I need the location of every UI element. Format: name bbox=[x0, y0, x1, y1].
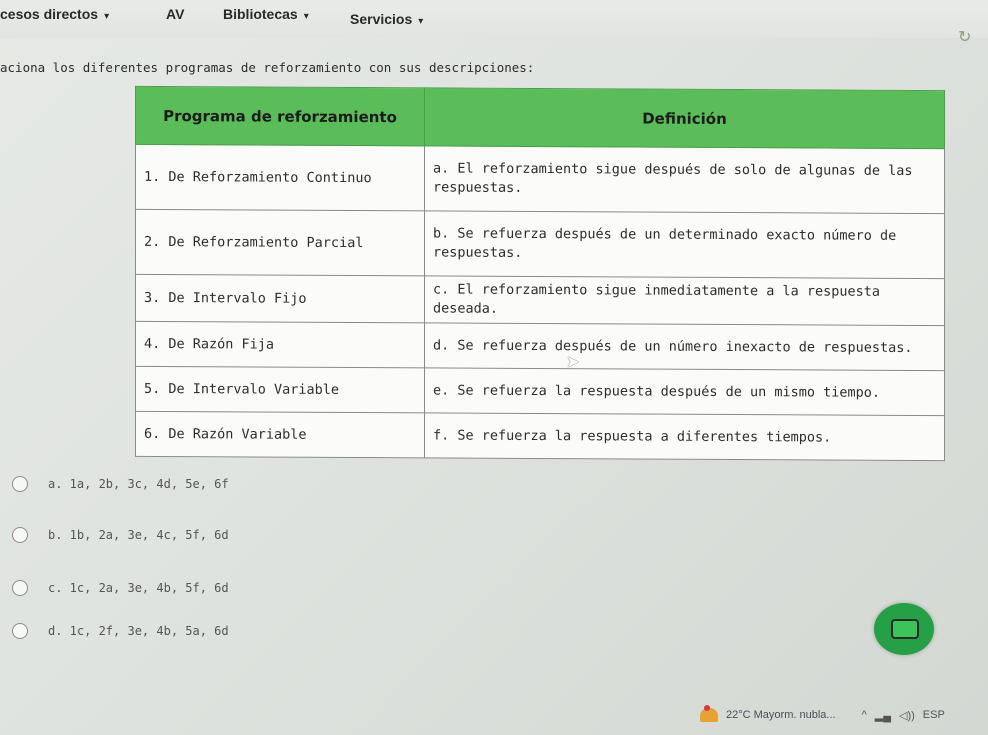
definition-cell: a. El reforzamiento sigue después de sol… bbox=[424, 145, 945, 214]
option-label: a. 1a, 2b, 3c, 4d, 5e, 6f bbox=[48, 477, 229, 491]
option-label: d. 1c, 2f, 3e, 4b, 5a, 6d bbox=[48, 624, 229, 638]
definition-cell: d. Se refuerza después de un número inex… bbox=[424, 322, 945, 371]
program-cell: 6. De Razón Variable bbox=[135, 411, 425, 458]
nav-accesos-directos[interactable]: cesos directos ▾ bbox=[0, 6, 109, 22]
top-navigation: cesos directos ▾ AV Bibliotecas ▾ Servicio… bbox=[0, 0, 988, 38]
speaker-icon[interactable]: ◁)) bbox=[899, 709, 915, 722]
nav-label: cesos directos bbox=[0, 6, 99, 22]
option-label: b. 1b, 2a, 3e, 4c, 5f, 6d bbox=[48, 528, 229, 542]
nav-label: AV bbox=[166, 6, 185, 22]
nav-bibliotecas[interactable]: Bibliotecas ▾ bbox=[223, 6, 309, 22]
answer-option-b[interactable]: b. 1b, 2a, 3e, 4c, 5f, 6d bbox=[12, 525, 229, 545]
nav-av[interactable]: AV bbox=[166, 6, 184, 22]
chevron-up-icon[interactable]: ^ bbox=[862, 709, 867, 721]
chat-icon[interactable] bbox=[874, 603, 934, 655]
table-row: 4. De Razón Fija d. Se refuerza después … bbox=[135, 321, 945, 371]
table-row: 6. De Razón Variable f. Se refuerza la r… bbox=[135, 411, 945, 461]
answer-option-d[interactable]: d. 1c, 2f, 3e, 4b, 5a, 6d bbox=[12, 621, 229, 641]
language-indicator[interactable]: ESP bbox=[923, 709, 945, 721]
option-label: c. 1c, 2a, 3e, 4b, 5f, 6d bbox=[48, 581, 229, 595]
program-cell: 4. De Razón Fija bbox=[135, 321, 425, 368]
definition-cell: f. Se refuerza la respuesta a diferentes… bbox=[424, 412, 945, 461]
header-programa: Programa de reforzamiento bbox=[135, 86, 425, 146]
definition-cell: e. Se refuerza la respuesta después de u… bbox=[424, 367, 945, 416]
refresh-icon[interactable]: ↻ bbox=[958, 27, 971, 47]
weather-icon bbox=[700, 705, 718, 722]
nav-label: Servicios bbox=[350, 11, 413, 27]
table-row: 3. De Intervalo Fijo c. El reforzamiento… bbox=[135, 274, 945, 326]
header-definicion: Definición bbox=[424, 87, 945, 149]
chevron-down-icon: ▾ bbox=[303, 11, 309, 22]
matching-table-container: Programa de reforzamiento Definición 1. … bbox=[135, 85, 945, 462]
answer-option-c[interactable]: c. 1c, 2a, 3e, 4b, 5f, 6d bbox=[12, 578, 229, 598]
radio-button[interactable] bbox=[12, 476, 28, 492]
chevron-down-icon: ▾ bbox=[104, 11, 110, 22]
program-cell: 1. De Reforzamiento Continuo bbox=[135, 144, 425, 211]
weather-text[interactable]: 22°C Mayorm. nubla... bbox=[726, 709, 836, 721]
nav-label: Bibliotecas bbox=[223, 6, 298, 22]
question-text: aciona los diferentes programas de refor… bbox=[0, 60, 535, 75]
radio-button[interactable] bbox=[12, 623, 28, 639]
nav-servicios[interactable]: Servicios ▾ bbox=[350, 11, 423, 27]
network-icon[interactable]: ▂▄ bbox=[875, 709, 891, 722]
answer-option-a[interactable]: a. 1a, 2b, 3c, 4d, 5e, 6f bbox=[12, 474, 229, 494]
table-row: 1. De Reforzamiento Continuo a. El refor… bbox=[135, 144, 945, 214]
chevron-down-icon: ▾ bbox=[418, 16, 424, 27]
table-row: 5. De Intervalo Variable e. Se refuerza … bbox=[135, 366, 945, 416]
taskbar: 22°C Mayorm. nubla... ^ ▂▄ ◁)) ESP bbox=[700, 695, 988, 735]
table-row: 2. De Reforzamiento Parcial b. Se refuer… bbox=[135, 209, 945, 279]
program-cell: 3. De Intervalo Fijo bbox=[135, 274, 425, 323]
mouse-cursor-icon: ➤ bbox=[566, 354, 580, 371]
radio-button[interactable] bbox=[12, 580, 28, 596]
system-tray: ^ ▂▄ ◁)) ESP bbox=[862, 709, 945, 722]
program-cell: 2. De Reforzamiento Parcial bbox=[135, 209, 425, 276]
radio-button[interactable] bbox=[12, 527, 28, 543]
matching-table: Programa de reforzamiento Definición 1. … bbox=[135, 85, 945, 462]
definition-cell: b. Se refuerza después de un determinado… bbox=[424, 210, 945, 279]
program-cell: 5. De Intervalo Variable bbox=[135, 366, 425, 413]
definition-cell: c. El reforzamiento sigue inmediatamente… bbox=[424, 275, 945, 326]
